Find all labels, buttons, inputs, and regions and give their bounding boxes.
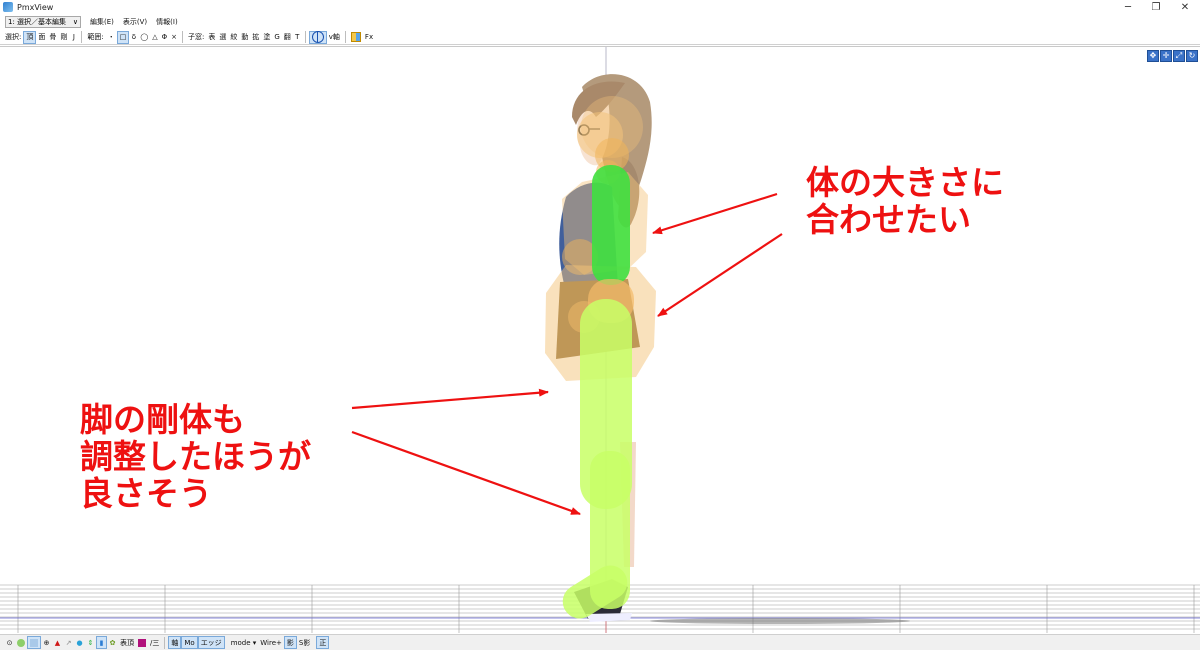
flower-icon[interactable]: ✿: [107, 636, 118, 649]
axis-toggle-button[interactable]: [308, 30, 327, 44]
range-rect-button[interactable]: □: [116, 30, 130, 44]
chevron-down-icon: ∨: [72, 18, 78, 26]
status-ortho-toggle[interactable]: 正: [316, 636, 330, 649]
annotation-line: 良さそう: [80, 473, 212, 513]
drop-icon[interactable]: ●: [74, 636, 85, 649]
title-bar: PmxView ─ ❐ ✕: [0, 0, 1200, 14]
restore-button[interactable]: ❐: [1141, 0, 1171, 14]
child-translate-button[interactable]: 翻: [282, 31, 293, 44]
arrow-to-upper-body: [652, 192, 778, 235]
select-rigid-button[interactable]: 剛: [58, 31, 69, 44]
range-label: 範囲:: [87, 33, 104, 41]
sphere-icon[interactable]: [15, 636, 27, 649]
triangle-icon[interactable]: ▲: [52, 636, 63, 649]
status-morph-toggle[interactable]: Mo: [181, 636, 198, 649]
close-button[interactable]: ✕: [1170, 0, 1200, 14]
toolbar-separator: [344, 31, 346, 43]
select-joint-button[interactable]: J: [69, 31, 78, 44]
range-triangle-button[interactable]: △: [150, 31, 159, 44]
range-circle-button[interactable]: ◯: [138, 31, 150, 44]
app-icon: [3, 2, 13, 12]
view-origin-icon[interactable]: ⊙: [4, 636, 15, 649]
viewport-scene: [0, 47, 1200, 633]
menu-edit[interactable]: 編集(E): [90, 17, 114, 27]
box-icon[interactable]: [27, 636, 41, 649]
child-t-button[interactable]: T: [293, 31, 302, 44]
light-icon[interactable]: ▮: [96, 636, 107, 649]
fx-button[interactable]: Fx: [363, 31, 375, 44]
arrow-up-icon[interactable]: ↗: [63, 636, 74, 649]
status-selfshadow-toggle[interactable]: S影: [297, 636, 312, 649]
toolbar-separator: [81, 31, 83, 43]
status-wire-toggle[interactable]: Wire+: [258, 636, 284, 649]
minimize-button[interactable]: ─: [1113, 0, 1143, 14]
select-face-button[interactable]: 面: [36, 31, 47, 44]
child-filter-button[interactable]: 絞: [228, 31, 239, 44]
annotation-line: 調整したほうが: [80, 436, 311, 476]
toolbar-separator: [304, 31, 306, 43]
annotation-body-size: 体の大きさに 合わせたい: [806, 163, 1004, 239]
statusbar-separator: [164, 636, 166, 649]
status-mode-dropdown[interactable]: mode ▾: [229, 636, 259, 649]
view-nav-icons: ✥ ✛ ⤢ ↻: [1147, 50, 1198, 62]
child-select-button[interactable]: 選: [217, 31, 228, 44]
v-axis-label[interactable]: v軸: [327, 31, 342, 44]
select-label: 選択:: [5, 33, 22, 41]
3d-viewport[interactable]: 体の大きさに 合わせたい 脚の剛体も 調整したほうが 良さそう ✥ ✛ ⤢ ↻: [0, 46, 1200, 633]
status-shadow-toggle[interactable]: 影: [283, 636, 297, 649]
range-phi-button[interactable]: Φ: [160, 31, 170, 44]
axis-icon: [311, 31, 324, 43]
status-vertex-label[interactable]: 表頂: [118, 636, 136, 649]
annotation-leg-rigid: 脚の剛体も 調整したほうが 良さそう: [80, 400, 311, 513]
reset-icon[interactable]: ↻: [1186, 50, 1198, 62]
status-bar: ⊙ ⊕ ▲ ↗ ● ⇕ ▮ ✿ 表頂 /三 軸 Mo エッジ mode ▾ Wi…: [0, 634, 1200, 650]
zoom-icon[interactable]: ⤢: [1173, 50, 1185, 62]
grid-icon: [350, 32, 361, 42]
annotation-line: 体の大きさに: [806, 163, 1004, 202]
range-delta-button[interactable]: δ: [129, 31, 138, 44]
child-scale-button[interactable]: 拡: [250, 31, 261, 44]
target-icon[interactable]: ⊕: [41, 636, 52, 649]
color-swatch-icon[interactable]: [136, 636, 148, 649]
annotation-line: 合わせたい: [806, 199, 971, 239]
status-line-label[interactable]: /三: [148, 636, 161, 649]
menu-view[interactable]: 表示(V): [123, 17, 147, 27]
select-vertex-button[interactable]: 頂: [23, 30, 37, 44]
child-window-label: 子窓:: [187, 33, 205, 41]
arrow-to-lower-body: [657, 233, 783, 317]
grid-button[interactable]: [349, 31, 363, 44]
child-paint-button[interactable]: 塗: [261, 31, 272, 44]
arrow-to-shin: [351, 430, 581, 516]
window-title: PmxView: [17, 2, 54, 12]
mode-select[interactable]: 1: 選択／基本編集 ∨: [5, 16, 81, 28]
annotation-line: 脚の剛体も: [80, 400, 245, 439]
select-bone-button[interactable]: 骨: [47, 31, 58, 44]
arrow-to-thigh: [351, 388, 549, 410]
child-move-button[interactable]: 動: [239, 31, 250, 44]
rotate-icon[interactable]: ✛: [1160, 50, 1172, 62]
menu-bar: 1: 選択／基本編集 ∨ 編集(E) 表示(V) 情報(I): [0, 15, 1200, 29]
model-shadow: [650, 618, 910, 624]
toolbar: 選択: 頂 面 骨 剛 J 範囲: ・ □ δ ◯ △ Φ × 子窓: 表 選 …: [0, 30, 1200, 45]
child-g-button[interactable]: G: [272, 31, 281, 44]
toolbar-separator: [181, 31, 183, 43]
updown-icon[interactable]: ⇕: [85, 636, 96, 649]
move-icon[interactable]: ✥: [1147, 50, 1159, 62]
status-axis-toggle[interactable]: 軸: [168, 636, 182, 649]
status-edge-toggle[interactable]: エッジ: [197, 636, 225, 649]
range-clear-button[interactable]: ×: [169, 31, 179, 44]
menu-info[interactable]: 情報(I): [156, 17, 178, 27]
range-point-button[interactable]: ・: [106, 31, 117, 44]
child-table-button[interactable]: 表: [206, 31, 217, 44]
mode-select-value: 1: 選択／基本編集: [8, 18, 67, 26]
